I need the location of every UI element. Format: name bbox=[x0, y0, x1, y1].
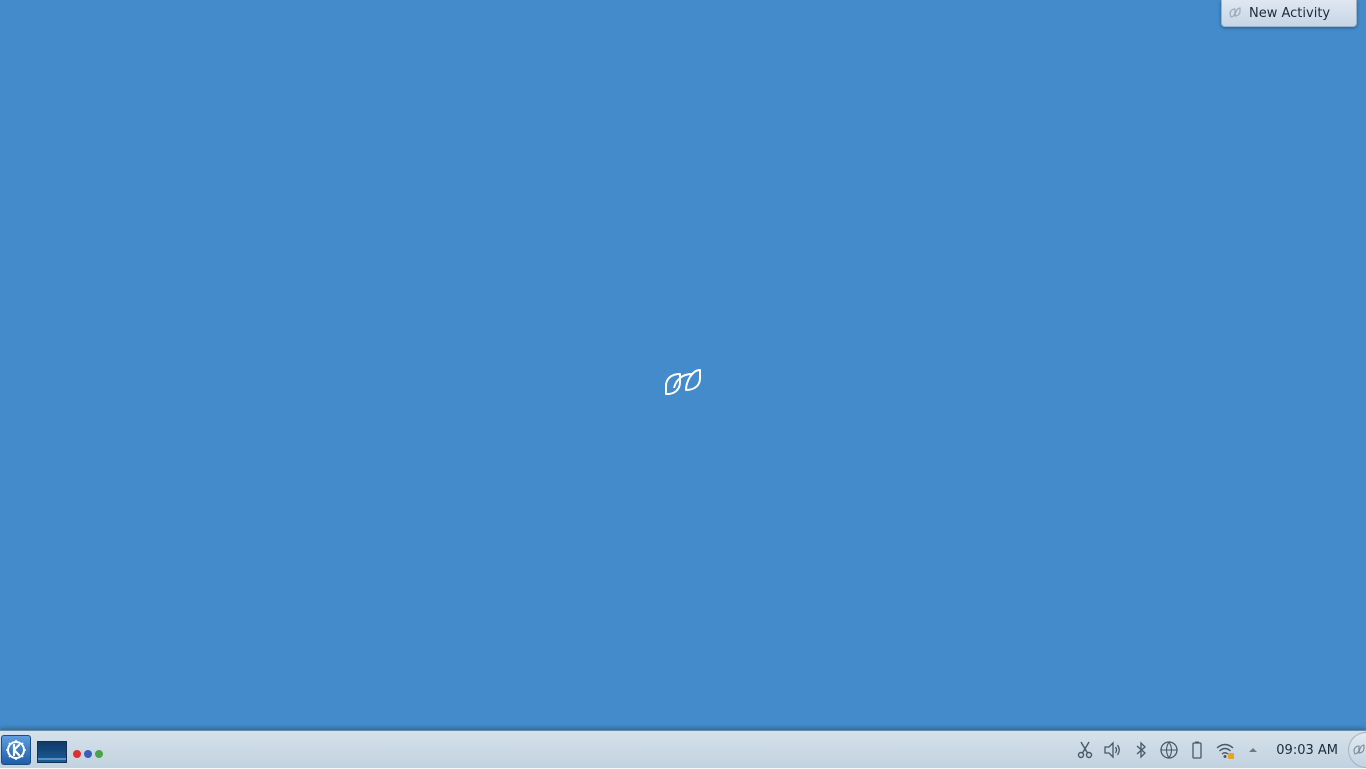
new-activity-icon bbox=[1228, 6, 1242, 20]
system-tray: 09:03 AM bbox=[1074, 731, 1366, 769]
plasma-activity-logo-icon bbox=[664, 366, 702, 402]
taskbar-panel: 09:03 AM bbox=[0, 730, 1366, 768]
activity-pager[interactable] bbox=[73, 750, 103, 758]
desktop[interactable] bbox=[0, 0, 1366, 730]
panel-toolbox-icon[interactable] bbox=[1348, 732, 1366, 768]
kde-kickoff-icon[interactable] bbox=[1, 735, 31, 765]
wifi-icon[interactable] bbox=[1214, 739, 1236, 761]
expand-tray-arrow-icon[interactable] bbox=[1242, 739, 1264, 761]
pager-dot-green bbox=[95, 750, 103, 758]
bluetooth-icon[interactable] bbox=[1130, 739, 1152, 761]
new-activity-button[interactable]: New Activity bbox=[1221, 0, 1357, 27]
new-activity-label: New Activity bbox=[1249, 5, 1331, 21]
battery-icon[interactable] bbox=[1186, 739, 1208, 761]
pager-dot-blue bbox=[84, 750, 92, 758]
volume-icon[interactable] bbox=[1102, 739, 1124, 761]
desktop-preview-icon[interactable] bbox=[37, 741, 67, 763]
klipper-scissors-icon[interactable] bbox=[1074, 739, 1096, 761]
network-icon[interactable] bbox=[1158, 739, 1180, 761]
clock[interactable]: 09:03 AM bbox=[1276, 743, 1338, 758]
pager-dot-red bbox=[73, 750, 81, 758]
